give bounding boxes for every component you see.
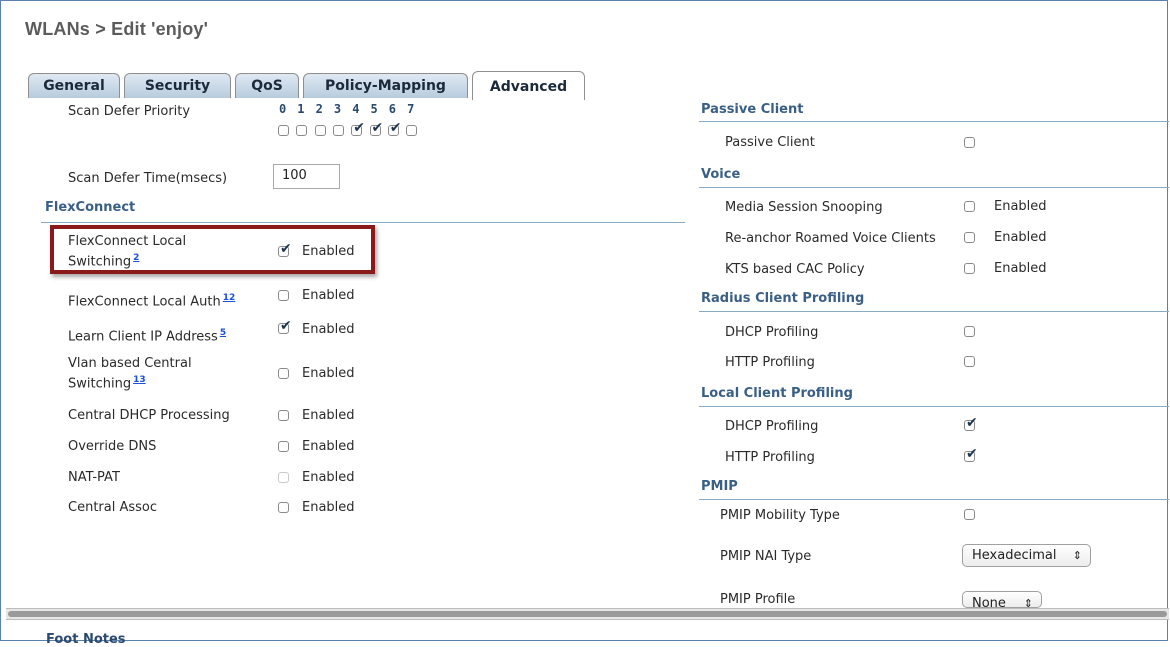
flexconnect-local-auth-state: Enabled xyxy=(302,288,355,303)
local-http-profiling-label: HTTP Profiling xyxy=(725,450,815,465)
priority-checkbox-6[interactable] xyxy=(387,120,402,136)
horizontal-scrollbar[interactable] xyxy=(6,608,1169,620)
footnote-link[interactable]: 13 xyxy=(133,375,146,385)
local-dhcp-profiling-checkbox[interactable] xyxy=(964,415,978,431)
passive-client-section-header: Passive Client xyxy=(701,102,804,117)
pmip-nai-type-select[interactable]: Hexadecimal ⇕ xyxy=(962,544,1091,567)
local-profiling-section-header: Local Client Profiling xyxy=(701,386,853,401)
priority-digit-2: 2 xyxy=(315,102,323,116)
priority-checkbox-1[interactable] xyxy=(296,125,308,136)
flexconnect-divider xyxy=(41,222,685,223)
learn-client-ip-state: Enabled xyxy=(302,322,355,337)
override-dns-label: Override DNS xyxy=(68,439,157,454)
scan-defer-time-label: Scan Defer Time(msecs) xyxy=(68,171,228,186)
passive-client-checkbox[interactable] xyxy=(964,137,975,148)
tab-security[interactable]: Security xyxy=(124,73,231,98)
pmip-mobility-type-checkbox[interactable] xyxy=(964,509,975,520)
scan-defer-time-input[interactable]: 100 xyxy=(273,164,340,189)
footnote-link[interactable]: 12 xyxy=(223,293,236,303)
pmip-nai-type-label: PMIP NAI Type xyxy=(720,549,812,564)
vlan-central-switching-label: Vlan based Central Switching 13 xyxy=(68,356,192,392)
priority-checkbox-4[interactable] xyxy=(351,120,365,136)
highlight-box xyxy=(50,225,375,274)
priority-checkbox-0[interactable] xyxy=(278,125,289,136)
kts-cac-policy-state: Enabled xyxy=(994,261,1047,276)
flexconnect-local-auth-checkbox[interactable] xyxy=(278,290,289,301)
priority-digit-7: 7 xyxy=(407,102,415,116)
footnotes-header: Foot Notes xyxy=(46,632,126,647)
vlan-central-switching-checkbox[interactable] xyxy=(278,368,289,379)
nat-pat-checkbox[interactable] xyxy=(278,472,289,483)
pmip-profile-select[interactable]: None ⇕ xyxy=(962,591,1042,608)
media-session-snooping-label: Media Session Snooping xyxy=(725,200,883,215)
priority-checkbox-5[interactable] xyxy=(369,120,383,136)
priority-checkbox-3[interactable] xyxy=(332,125,344,136)
voice-divider xyxy=(699,187,1169,188)
priority-digit-4: 4 xyxy=(352,102,360,116)
updown-arrow-icon: ⇕ xyxy=(1023,597,1033,608)
kts-cac-policy-checkbox[interactable] xyxy=(964,263,975,274)
local-profiling-divider xyxy=(699,406,1169,407)
central-assoc-state: Enabled xyxy=(302,500,355,515)
media-session-snooping-state: Enabled xyxy=(994,199,1047,214)
central-dhcp-state: Enabled xyxy=(302,408,355,423)
central-assoc-label: Central Assoc xyxy=(68,500,158,515)
nat-pat-label: NAT-PAT xyxy=(68,470,120,485)
priority-checkbox-7[interactable] xyxy=(406,125,418,136)
window-frame: WLANs > Edit 'enjoy' General Security Qo… xyxy=(0,0,1169,647)
radius-dhcp-profiling-label: DHCP Profiling xyxy=(725,325,819,340)
learn-client-ip-checkbox[interactable] xyxy=(278,318,292,334)
priority-digit-6: 6 xyxy=(388,102,397,116)
tab-qos[interactable]: QoS xyxy=(235,73,299,98)
priority-digit-3: 3 xyxy=(333,102,342,116)
reanchor-voice-clients-label: Re-anchor Roamed Voice Clients xyxy=(725,231,936,246)
priority-digit-5: 5 xyxy=(370,102,378,116)
media-session-snooping-checkbox[interactable] xyxy=(964,201,975,212)
local-http-profiling-checkbox[interactable] xyxy=(964,446,978,462)
central-dhcp-checkbox[interactable] xyxy=(278,410,289,421)
tab-general[interactable]: General xyxy=(28,73,120,98)
central-assoc-checkbox[interactable] xyxy=(278,502,289,513)
priority-checkbox-2[interactable] xyxy=(314,125,326,136)
flexconnect-section-header: FlexConnect xyxy=(45,200,136,215)
pmip-section-header: PMIP xyxy=(701,479,738,494)
flexconnect-local-auth-label: FlexConnect Local Auth 12 xyxy=(68,293,236,310)
voice-section-header: Voice xyxy=(701,167,741,182)
page-title: WLANs > Edit 'enjoy' xyxy=(25,19,209,39)
pmip-profile-label: PMIP Profile xyxy=(720,592,796,607)
local-dhcp-profiling-label: DHCP Profiling xyxy=(725,419,819,434)
radius-dhcp-profiling-checkbox[interactable] xyxy=(964,326,975,337)
reanchor-voice-clients-checkbox[interactable] xyxy=(964,232,975,243)
override-dns-state: Enabled xyxy=(302,439,355,454)
radius-profiling-divider xyxy=(699,311,1169,312)
vlan-central-switching-state: Enabled xyxy=(302,366,355,381)
scan-defer-priority-label: Scan Defer Priority xyxy=(68,104,191,119)
updown-arrow-icon: ⇕ xyxy=(1072,549,1082,562)
radius-http-profiling-label: HTTP Profiling xyxy=(725,355,815,370)
learn-client-ip-label: Learn Client IP Address 5 xyxy=(68,328,227,345)
radius-profiling-section-header: Radius Client Profiling xyxy=(701,291,865,306)
central-dhcp-label: Central DHCP Processing xyxy=(68,408,230,423)
tab-advanced[interactable]: Advanced xyxy=(472,71,585,100)
reanchor-voice-clients-state: Enabled xyxy=(994,230,1047,245)
passive-client-label: Passive Client xyxy=(725,135,815,150)
pmip-mobility-type-label: PMIP Mobility Type xyxy=(720,508,840,523)
kts-cac-policy-label: KTS based CAC Policy xyxy=(725,262,865,277)
tab-policy-mapping[interactable]: Policy-Mapping xyxy=(303,73,468,98)
pmip-divider xyxy=(699,499,1169,500)
footnote-link[interactable]: 5 xyxy=(220,328,226,338)
override-dns-checkbox[interactable] xyxy=(278,441,289,452)
scrollbar-thumb[interactable] xyxy=(8,611,1167,617)
priority-digit-0: 0 xyxy=(279,102,287,116)
passive-client-divider xyxy=(699,121,1169,122)
radius-http-profiling-checkbox[interactable] xyxy=(964,356,975,367)
priority-digit-1: 1 xyxy=(297,102,305,116)
nat-pat-state: Enabled xyxy=(302,470,355,485)
